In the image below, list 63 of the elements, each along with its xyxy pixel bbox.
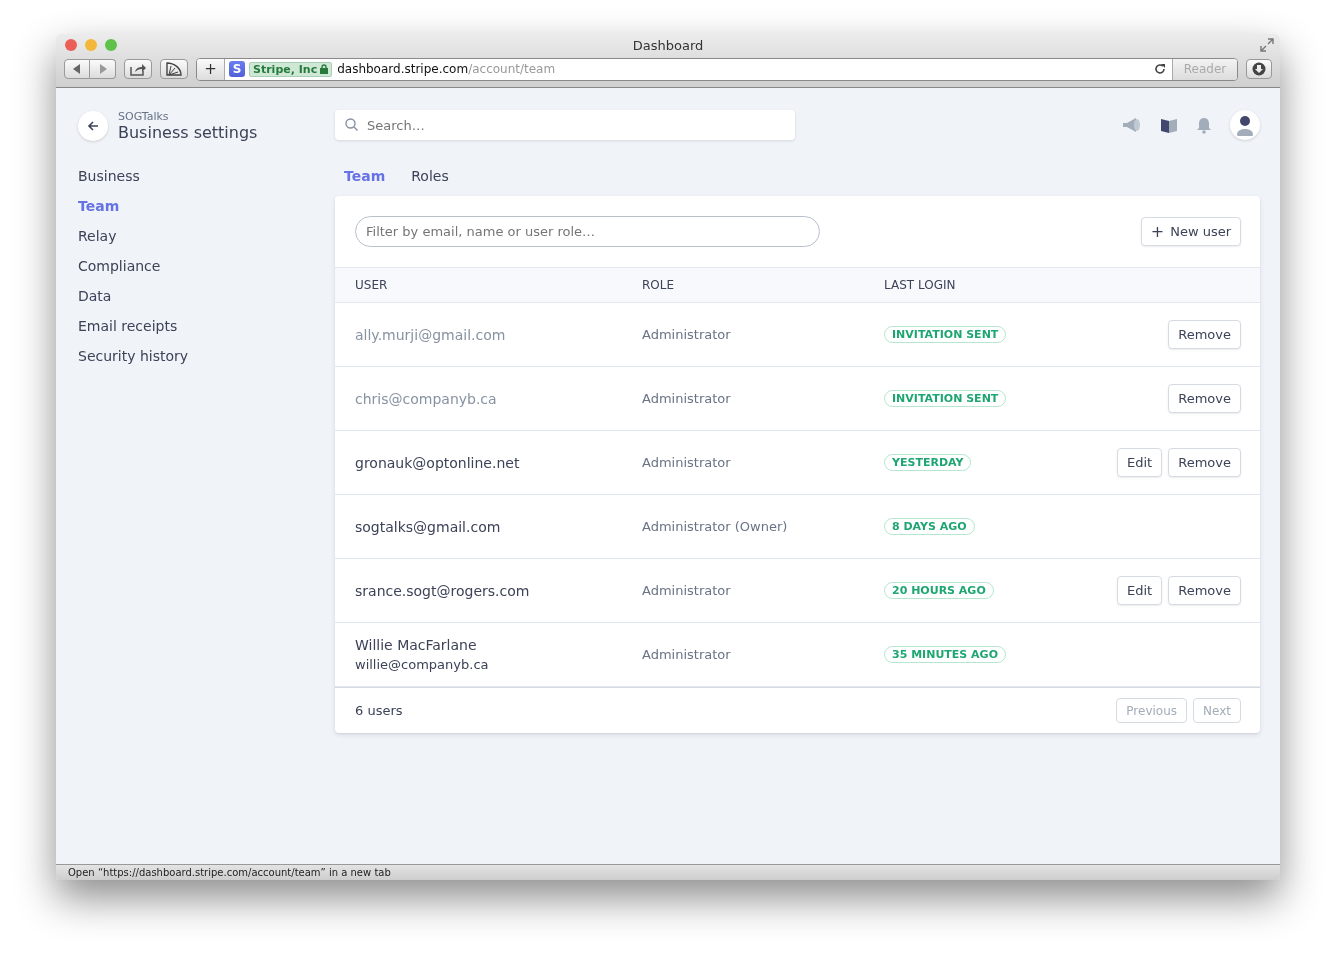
page-title: Business settings — [118, 123, 258, 142]
account-name: SOGTalks — [118, 110, 170, 123]
sidebar-item[interactable]: Business — [78, 168, 140, 184]
column-header: LAST LOGIN — [884, 278, 956, 292]
user-name: srance.sogt@rogers.com — [355, 582, 531, 599]
share-icon — [130, 62, 146, 76]
fullscreen-icon[interactable] — [1260, 38, 1274, 52]
sidebar-item[interactable]: Email receipts — [78, 318, 178, 334]
sidebar-item[interactable]: Relay — [78, 228, 117, 244]
topsites-button[interactable] — [160, 59, 188, 79]
download-icon — [1252, 62, 1266, 76]
tab[interactable]: Roles — [411, 168, 449, 184]
row-action-button[interactable]: Remove — [1168, 320, 1241, 349]
column-header: USER — [355, 278, 388, 292]
role-text: Administrator — [642, 583, 731, 598]
role-text: Administrator (Owner) — [642, 519, 788, 534]
back-button[interactable] — [64, 59, 90, 79]
role-text: Administrator — [642, 647, 731, 662]
row-action-button[interactable]: Remove — [1168, 384, 1241, 413]
row-action-button[interactable]: Edit — [1117, 448, 1163, 477]
avatar[interactable] — [1230, 110, 1260, 140]
sidebar-item[interactable]: Compliance — [78, 258, 161, 274]
role-text: Administrator — [642, 327, 731, 342]
fan-icon — [166, 62, 182, 76]
status-bar: Open “https://dashboard.stripe.com/account/team” in a new tab — [56, 864, 1280, 880]
role-text: Administrator — [642, 455, 731, 470]
person-icon — [1234, 114, 1256, 136]
user-name: gronauk@optonline.net — [355, 454, 521, 471]
sidebar-item[interactable]: Data — [78, 288, 112, 304]
site-logo: S — [229, 61, 245, 77]
share-button[interactable] — [124, 59, 152, 79]
forward-arrow-icon — [98, 64, 107, 74]
back-arrow-icon — [87, 120, 99, 132]
sidebar-item[interactable]: Security history — [78, 348, 189, 364]
user-name: ally.murji@gmail.com — [355, 326, 507, 343]
filter-field[interactable]: Filter by email, name or user role… — [355, 216, 820, 247]
search-field[interactable]: Search… — [335, 110, 795, 140]
window-title: Dashboard — [632, 37, 704, 53]
downloads-button[interactable] — [1246, 59, 1272, 79]
book-icon[interactable] — [1160, 117, 1178, 133]
sidebar-item[interactable]: Team — [78, 198, 120, 214]
role-text: Administrator — [642, 391, 731, 406]
row-action-button[interactable]: Remove — [1168, 448, 1241, 477]
close-button[interactable] — [65, 39, 77, 51]
certificate-badge[interactable]: Stripe, Inc — [249, 61, 333, 77]
user-count: 6 users — [355, 703, 403, 718]
tab[interactable]: Team — [344, 168, 386, 184]
new-tab-button[interactable]: + — [197, 58, 225, 80]
row-action-button[interactable]: Remove — [1168, 576, 1241, 605]
reload-icon[interactable] — [1154, 63, 1166, 75]
new-user-button[interactable]: + New user — [1140, 217, 1241, 246]
user-name: Willie MacFarlane — [355, 637, 478, 653]
back-button[interactable] — [78, 111, 108, 141]
url-text[interactable]: dashboard.stripe.com/account/team — [337, 62, 556, 76]
lock-icon — [320, 64, 329, 74]
user-name: sogtalks@gmail.com — [355, 518, 502, 535]
forward-button[interactable] — [90, 59, 116, 79]
user-email: willie@companyb.ca — [355, 657, 490, 672]
search-icon — [345, 118, 358, 131]
row-action-button[interactable]: Edit — [1117, 576, 1163, 605]
user-name: chris@companyb.ca — [355, 390, 498, 407]
column-header: ROLE — [642, 278, 675, 292]
back-arrow-icon — [73, 64, 81, 74]
